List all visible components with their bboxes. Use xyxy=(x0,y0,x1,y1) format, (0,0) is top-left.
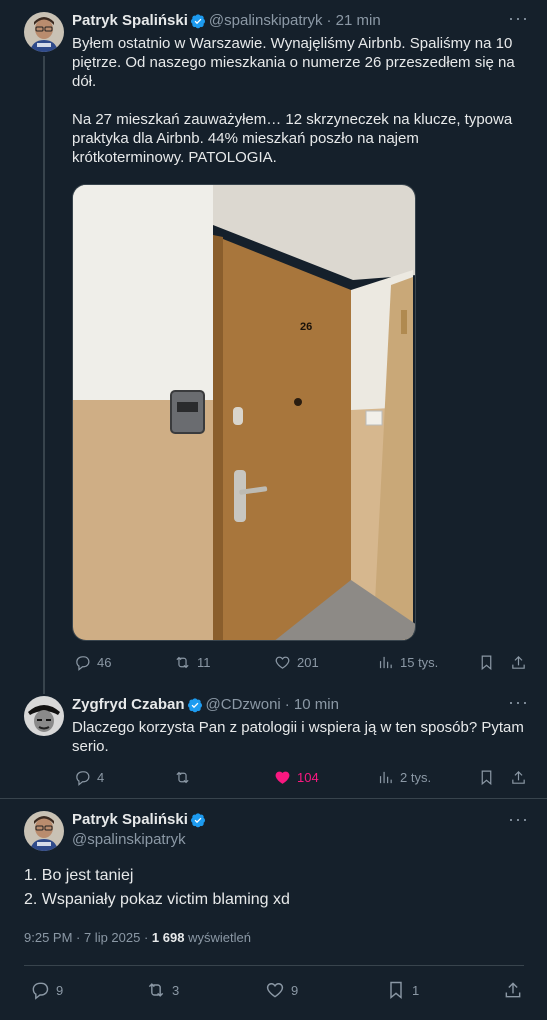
views-count: 15 tys. xyxy=(400,655,439,670)
share-button[interactable] xyxy=(510,769,527,786)
like-count: 201 xyxy=(297,655,319,670)
display-name[interactable]: Patryk Spaliński xyxy=(72,811,188,828)
handle[interactable]: @spalinskipatryk xyxy=(72,831,186,848)
timestamp[interactable]: · 21 min xyxy=(327,12,381,29)
tweet-photo[interactable]: 26 xyxy=(72,184,416,641)
tweet-meta: 9:25 PM · 7 lip 2025 · 1 698 wyświetleń xyxy=(24,930,251,945)
avatar-image xyxy=(24,696,64,736)
retweet-count: 11 xyxy=(197,655,211,670)
reply-count: 46 xyxy=(97,655,112,670)
retweet-button[interactable]: 11 xyxy=(174,654,211,671)
tweet-header: Patryk Spaliński xyxy=(72,811,209,828)
tweet-text: Dlaczego korzysta Pan z patologii i wspi… xyxy=(72,719,524,755)
door-number: 26 xyxy=(300,321,312,333)
share-icon xyxy=(512,655,525,669)
like-count: 9 xyxy=(291,982,299,998)
reply-button[interactable]: 46 xyxy=(74,654,111,671)
like-button[interactable]: 201 xyxy=(274,654,319,671)
avatar[interactable] xyxy=(24,696,64,736)
divider xyxy=(0,798,547,799)
door-photo-image: 26 xyxy=(73,185,415,640)
retweet-button[interactable] xyxy=(174,769,197,786)
tweet-header: Patryk Spaliński @spalinskipatryk · 21 m… xyxy=(72,12,512,29)
handle[interactable]: @CDzwoni xyxy=(206,696,281,713)
display-name[interactable]: Patryk Spaliński xyxy=(72,12,188,29)
reply-button[interactable]: 9 xyxy=(30,980,63,1000)
like-count: 104 xyxy=(297,770,319,785)
reply-button[interactable]: 4 xyxy=(74,769,104,786)
tweet-text: 1. Bo jest taniej 2. Wspaniały pokaz vic… xyxy=(24,867,290,908)
views-count: 2 tys. xyxy=(400,770,432,785)
like-button[interactable]: 9 xyxy=(265,980,298,1000)
views-button[interactable]: 2 tys. xyxy=(377,769,431,786)
views-label: wyświetleń xyxy=(184,930,251,945)
reply-icon xyxy=(76,656,90,671)
retweet-icon xyxy=(176,771,189,784)
analytics-icon xyxy=(379,771,392,784)
bookmark-icon xyxy=(390,981,402,1000)
avatar-image xyxy=(24,12,64,52)
share-icon xyxy=(505,982,521,998)
timestamp[interactable]: 9:25 PM · 7 lip 2025 · xyxy=(24,930,152,945)
share-icon xyxy=(512,770,525,784)
heart-icon xyxy=(266,983,284,998)
bookmark-button[interactable] xyxy=(478,654,495,671)
share-button[interactable] xyxy=(510,654,527,671)
verified-badge-icon xyxy=(190,812,205,827)
retweet-count: 3 xyxy=(172,982,180,998)
avatar[interactable] xyxy=(24,12,64,52)
reply-icon xyxy=(76,771,90,786)
bookmark-icon xyxy=(481,655,492,671)
more-options-icon[interactable]: ··· xyxy=(508,809,529,830)
bookmark-count: 1 xyxy=(412,982,420,998)
heart-icon xyxy=(275,656,290,669)
tweet-text: Byłem ostatnio w Warszawie. Wynajęliśmy … xyxy=(72,35,515,166)
reply-icon xyxy=(32,982,49,1000)
views-button[interactable]: 15 tys. xyxy=(377,654,438,671)
retweet-icon xyxy=(176,656,189,669)
display-name[interactable]: Zygfryd Czaban xyxy=(72,696,185,713)
avatar[interactable] xyxy=(24,811,64,851)
bookmark-button[interactable]: 1 xyxy=(386,980,419,1000)
analytics-icon xyxy=(379,656,392,669)
verified-badge-icon xyxy=(190,13,205,28)
reply-count: 9 xyxy=(56,982,64,998)
retweet-button[interactable]: 3 xyxy=(146,980,179,1000)
divider xyxy=(24,965,524,966)
more-options-icon[interactable]: ··· xyxy=(508,8,529,29)
tweet-header: Zygfryd Czaban @CDzwoni · 10 min xyxy=(72,696,512,713)
views-count: 1 698 xyxy=(151,930,185,945)
timestamp[interactable]: · 10 min xyxy=(285,696,339,713)
heart-filled-icon xyxy=(275,771,290,784)
like-button[interactable]: 104 xyxy=(274,769,319,786)
share-button[interactable] xyxy=(503,980,523,1000)
verified-badge-icon xyxy=(187,697,202,712)
more-options-icon[interactable]: ··· xyxy=(508,692,529,713)
handle[interactable]: @spalinskipatryk xyxy=(209,12,323,29)
avatar-image xyxy=(24,811,64,851)
bookmark-icon xyxy=(481,770,492,786)
thread-line xyxy=(43,56,45,694)
bookmark-button[interactable] xyxy=(478,769,495,786)
retweet-icon xyxy=(148,983,164,997)
reply-count: 4 xyxy=(97,770,105,785)
